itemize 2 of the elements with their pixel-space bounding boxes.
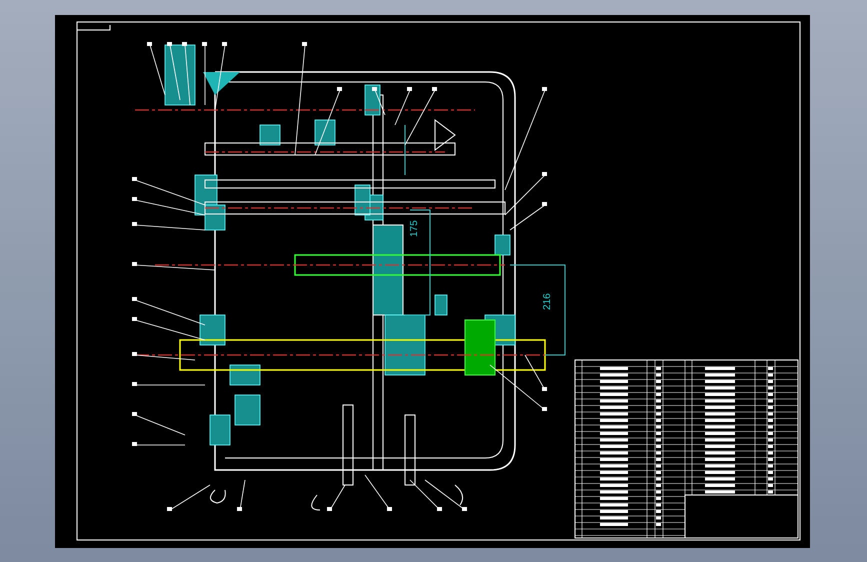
dimension-label: 175 <box>409 220 420 237</box>
dimension-label: 216 <box>542 293 553 310</box>
